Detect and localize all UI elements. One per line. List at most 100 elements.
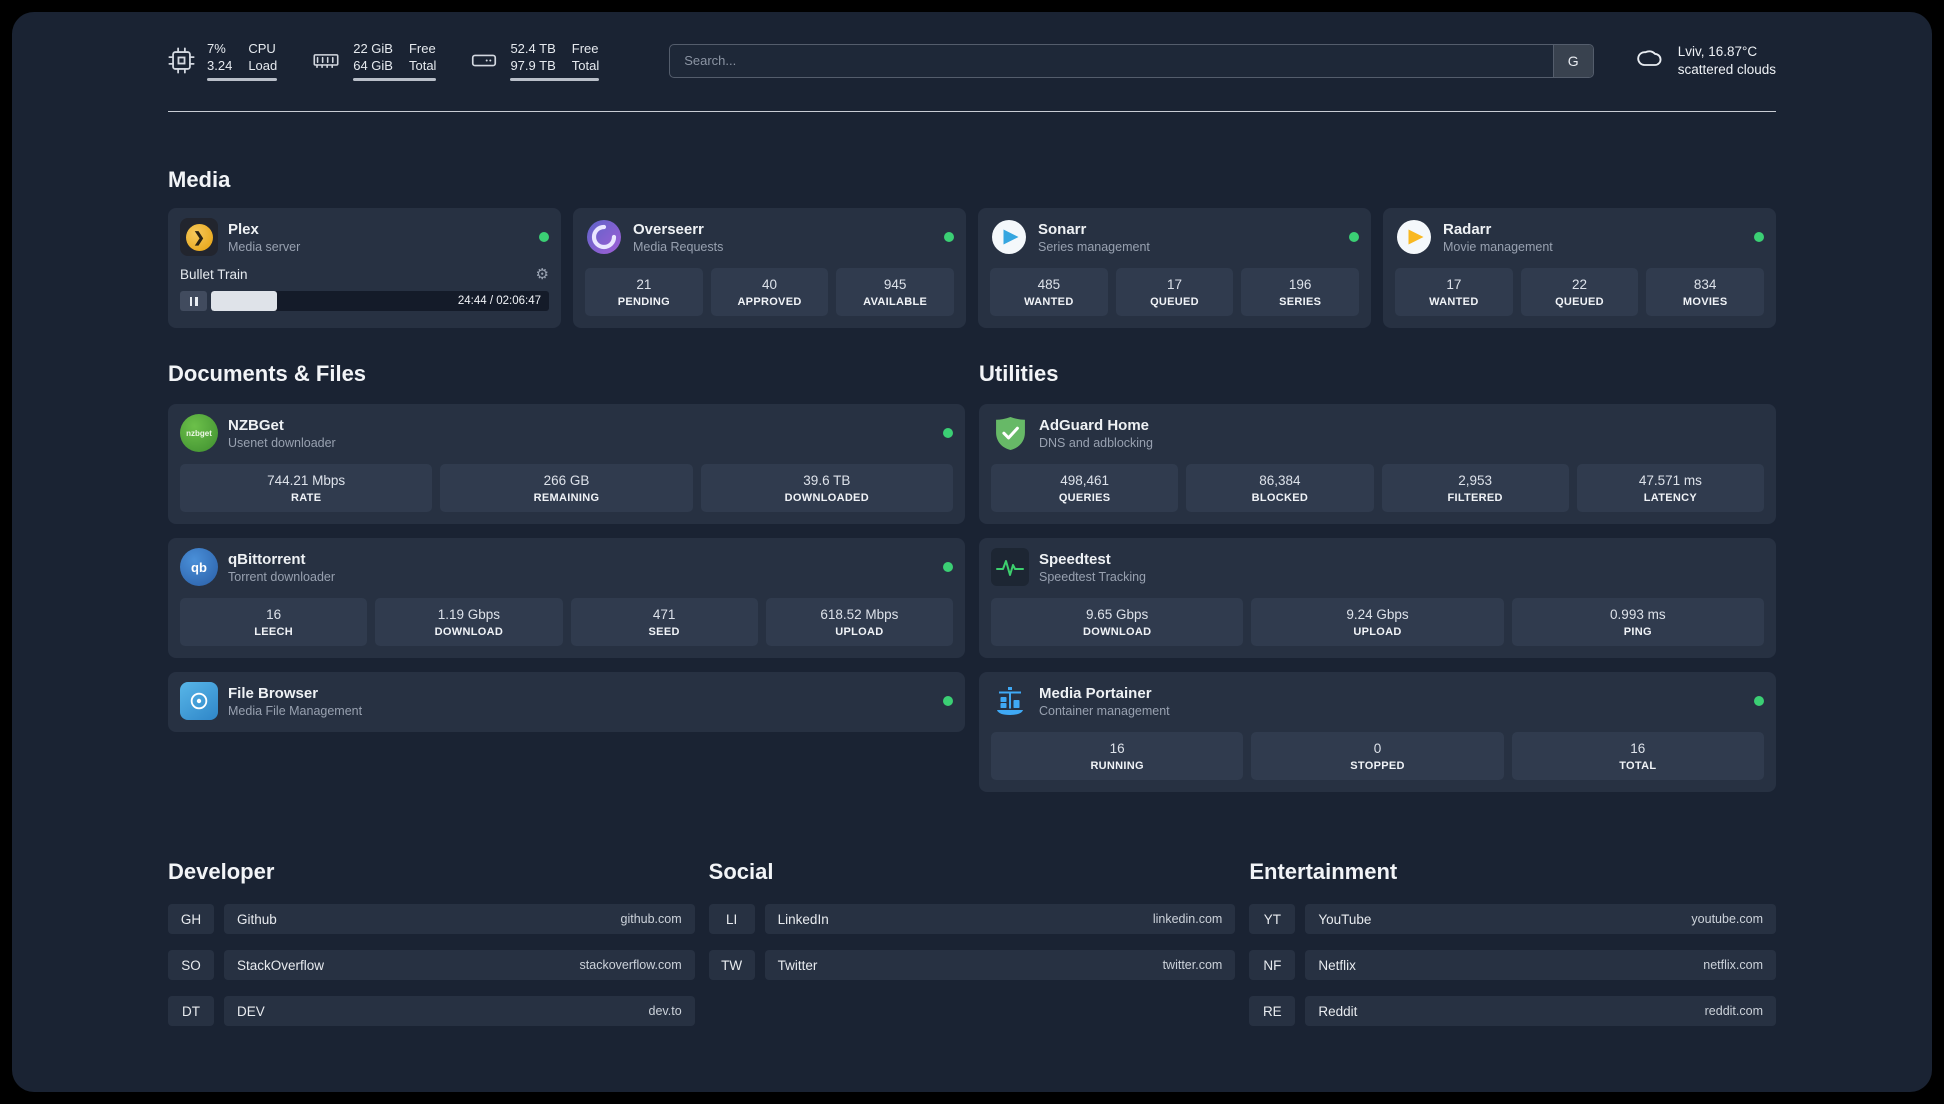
- portainer-card[interactable]: Media Portainer Container management 16 …: [979, 672, 1776, 792]
- stat-blocked: 86,384 BLOCKED: [1186, 464, 1374, 512]
- stat-filtered: 2,953 FILTERED: [1381, 464, 1569, 512]
- section-title-media: Media: [168, 167, 231, 192]
- bookmark-github[interactable]: GH Github github.com: [168, 904, 695, 934]
- cloud-icon: [1630, 44, 1666, 77]
- stat-seed: 471 SEED: [570, 598, 758, 646]
- app-description: DNS and adblocking: [1039, 435, 1153, 450]
- stat-latency: 47.571 ms LATENCY: [1576, 464, 1764, 512]
- app-description: Movie management: [1443, 239, 1553, 254]
- stat-series: 196 SERIES: [1241, 268, 1360, 316]
- stat-queries: 498,461 QUERIES: [991, 464, 1179, 512]
- cpu-chip-icon: [168, 47, 195, 74]
- bookmark-url: linkedin.com: [1152, 912, 1223, 926]
- overseerr-card[interactable]: Overseerr Media Requests 21 PENDING 40 A…: [573, 208, 966, 328]
- cpu-load-value: 3.24: [207, 58, 233, 73]
- stat-queued: 17 QUEUED: [1115, 268, 1234, 316]
- disk-free-label: Free: [571, 41, 599, 56]
- status-indicator: [943, 562, 953, 572]
- bookmark-youtube[interactable]: YT YouTube youtube.com: [1249, 904, 1776, 934]
- bookmark-name: Reddit: [1318, 1003, 1358, 1019]
- disk-usage-bar: [510, 78, 600, 81]
- pause-button[interactable]: [180, 291, 207, 311]
- plex-icon: ❯: [180, 218, 218, 256]
- bookmark-group-developer: Developer GH Github github.com SO StackO…: [168, 858, 695, 1026]
- qbittorrent-card[interactable]: qb qBittorrent Torrent downloader 16 LEE…: [168, 538, 965, 658]
- radarr-card[interactable]: Radarr Movie management 17 WANTED 22 QUE…: [1383, 208, 1776, 328]
- app-name: Sonarr: [1038, 220, 1087, 238]
- app-name: AdGuard Home: [1039, 416, 1150, 434]
- speedtest-card[interactable]: Speedtest Speedtest Tracking 9.65 Gbps D…: [979, 538, 1776, 658]
- plex-card[interactable]: ❯ Plex Media server Bullet Train ⚙ 24:44…: [168, 208, 561, 328]
- sonarr-card[interactable]: Sonarr Series management 485 WANTED 17 Q…: [978, 208, 1371, 328]
- stat-downloaded: 39.6 TB DOWNLOADED: [700, 464, 953, 512]
- stat-approved: 40 APPROVED: [710, 268, 829, 316]
- stat-leech: 16 LEECH: [180, 598, 368, 646]
- stat-queued: 22 QUEUED: [1520, 268, 1639, 316]
- app-description: Container management: [1039, 703, 1170, 718]
- app-name: Overseerr: [633, 220, 704, 238]
- bookmark-dev[interactable]: DT DEV dev.to: [168, 996, 695, 1026]
- playback-time: 24:44 / 02:06:47: [457, 295, 541, 307]
- bookmark-name: LinkedIn: [777, 911, 829, 927]
- stat-ping: 0.993 ms PING: [1511, 598, 1764, 646]
- bookmark-reddit[interactable]: RE Reddit reddit.com: [1249, 996, 1776, 1026]
- ram-total-label: Total: [408, 58, 437, 73]
- disk-widget: 52.4 TB 97.9 TB Free Total: [470, 40, 600, 81]
- bookmark-abbr: TW: [708, 950, 755, 980]
- bookmark-url: netflix.com: [1703, 958, 1763, 972]
- status-indicator: [1754, 696, 1764, 706]
- stat-pending: 21 PENDING: [585, 268, 703, 316]
- disk-free-value: 52.4 TB: [510, 41, 556, 56]
- bookmark-twitter[interactable]: TW Twitter twitter.com: [708, 950, 1236, 980]
- status-indicator: [944, 232, 954, 242]
- bookmark-abbr: DT: [168, 996, 214, 1026]
- overseerr-icon: [585, 218, 623, 256]
- status-indicator: [943, 696, 953, 706]
- speedtest-graph-icon: [991, 548, 1029, 586]
- stat-available: 945 AVAILABLE: [836, 268, 955, 316]
- app-description: Media server: [228, 239, 301, 254]
- cpu-usage-bar: [207, 78, 278, 81]
- documents-column: Documents & Files nzbget NZBGet Usenet d…: [168, 360, 965, 732]
- stat-movies: 834 MOVIES: [1646, 268, 1765, 316]
- app-description: Usenet downloader: [228, 435, 336, 450]
- seek-bar[interactable]: 24:44 / 02:06:47: [211, 291, 549, 311]
- stat-wanted: 17 WANTED: [1395, 268, 1513, 316]
- search-input[interactable]: [670, 44, 1553, 77]
- app-description: Speedtest Tracking: [1039, 569, 1147, 584]
- stat-remaining: 266 GB REMAINING: [440, 464, 693, 512]
- weather-location-temp: Lviv, 16.87°C: [1677, 43, 1758, 59]
- bookmark-linkedin[interactable]: LI LinkedIn linkedin.com: [708, 904, 1236, 934]
- app-name: qBittorrent: [228, 550, 306, 568]
- app-description: Series management: [1038, 239, 1150, 254]
- search-bar: G: [669, 43, 1594, 78]
- weather-condition: scattered clouds: [1677, 61, 1776, 77]
- ram-icon: [311, 47, 341, 74]
- bookmark-name: Netflix: [1318, 957, 1356, 973]
- bookmark-abbr: NF: [1249, 950, 1296, 980]
- bookmark-name: Twitter: [777, 957, 818, 973]
- utilities-column: Utilities AdGuard Home DNS and adblockin…: [979, 360, 1776, 792]
- sonarr-icon: [990, 218, 1028, 256]
- ram-total-value: 64 GiB: [353, 58, 393, 73]
- app-description: Torrent downloader: [228, 569, 336, 584]
- section-title-documents: Documents & Files: [168, 361, 367, 386]
- bookmark-stackoverflow[interactable]: SO StackOverflow stackoverflow.com: [168, 950, 695, 980]
- stat-stopped: 0 STOPPED: [1251, 732, 1504, 780]
- section-title-social: Social: [708, 859, 774, 884]
- adguard-card[interactable]: AdGuard Home DNS and adblocking 498,461 …: [979, 404, 1776, 524]
- app-name: NZBGet: [228, 416, 284, 434]
- nzbget-card[interactable]: nzbget NZBGet Usenet downloader 744.21 M…: [168, 404, 965, 524]
- ram-usage-bar: [353, 78, 437, 81]
- search-engine-button[interactable]: G: [1552, 44, 1593, 77]
- stat-download: 1.19 Gbps DOWNLOAD: [375, 598, 563, 646]
- bookmark-netflix[interactable]: NF Netflix netflix.com: [1249, 950, 1776, 980]
- app-description: Media File Management: [228, 703, 363, 718]
- filebrowser-card[interactable]: File Browser Media File Management: [168, 672, 965, 732]
- status-indicator: [539, 232, 549, 242]
- stat-total: 16 TOTAL: [1511, 732, 1764, 780]
- app-name: Radarr: [1443, 220, 1492, 238]
- gear-icon[interactable]: ⚙: [536, 265, 549, 283]
- app-name: Media Portainer: [1039, 684, 1152, 702]
- stat-wanted: 485 WANTED: [990, 268, 1108, 316]
